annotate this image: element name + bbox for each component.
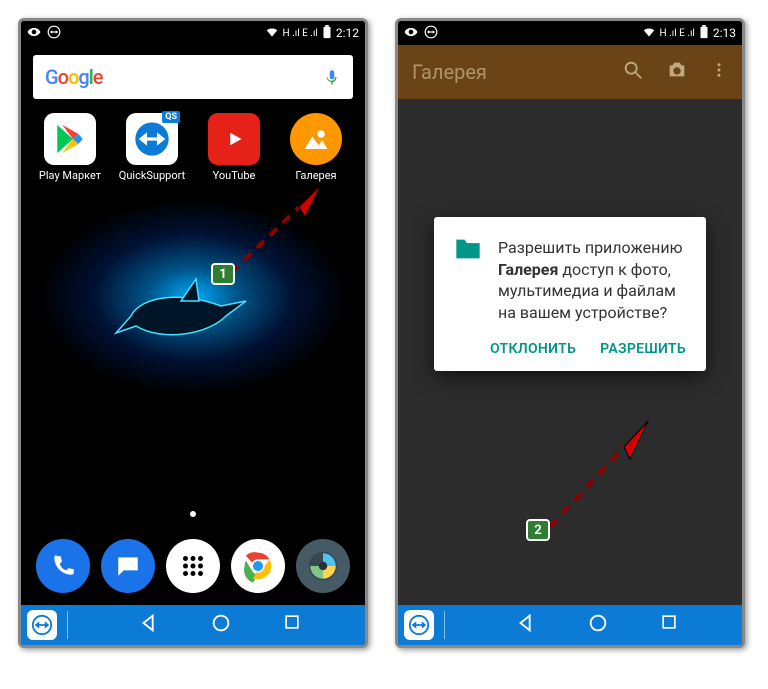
app-gallery[interactable]: Галерея <box>281 113 351 182</box>
dialog-text-pre: Разрешить приложению <box>498 238 683 257</box>
battery-icon <box>322 25 332 42</box>
clock-text: 2:13 <box>713 26 736 40</box>
app-youtube[interactable]: YouTube <box>199 113 269 182</box>
teamviewer-status-icon <box>47 25 61 42</box>
home-button[interactable] <box>210 612 232 638</box>
permission-dialog-text: Разрешить приложению Галерея доступ к фо… <box>498 237 686 323</box>
app-label: YouTube <box>199 169 269 182</box>
messages-app-icon[interactable] <box>101 539 155 593</box>
status-bar: H .ıl E .ıl 2:12 <box>21 21 365 45</box>
back-button[interactable] <box>138 612 160 638</box>
step-number: 2 <box>534 523 541 538</box>
step-badge-2: 2 <box>526 519 550 541</box>
camera-icon[interactable] <box>666 59 688 86</box>
gallery-toolbar: Галерея <box>398 45 742 99</box>
play-store-icon <box>44 113 96 165</box>
wifi-icon <box>265 25 279 42</box>
step-number: 1 <box>219 267 226 282</box>
nav-divider <box>67 611 68 639</box>
signal-text: H .ıl E .ıl <box>283 28 318 39</box>
nav-divider <box>444 611 445 639</box>
step-badge-1: 1 <box>211 263 235 285</box>
phone-home: H .ıl E .ıl 2:12 Google Play Маркет QS <box>18 18 368 648</box>
youtube-icon <box>208 113 260 165</box>
folder-icon <box>454 237 482 261</box>
eye-icon <box>404 25 418 42</box>
quicksupport-icon: QS <box>126 113 178 165</box>
app-quicksupport[interactable]: QS QuickSupport <box>117 113 187 182</box>
app-label: Play Маркет <box>35 169 105 182</box>
back-button[interactable] <box>515 612 537 638</box>
clock-text: 2:12 <box>336 26 359 40</box>
gallery-icon <box>290 113 342 165</box>
signal-text: H .ıl E .ıl <box>660 28 695 39</box>
app-drawer-icon[interactable] <box>166 539 220 593</box>
page-indicator-dot <box>190 511 196 517</box>
google-search-bar[interactable]: Google <box>33 55 353 99</box>
camera-app-icon[interactable] <box>296 539 350 593</box>
phone-app-icon[interactable] <box>36 539 90 593</box>
recents-button[interactable] <box>282 612 302 638</box>
eye-icon <box>27 25 41 42</box>
battery-icon <box>699 25 709 42</box>
wifi-icon <box>642 25 656 42</box>
allow-button[interactable]: РАЗРЕШИТЬ <box>600 341 686 357</box>
home-app-row: Play Маркет QS QuickSupport YouTube Гале… <box>21 113 365 182</box>
app-label: QuickSupport <box>117 169 187 182</box>
teamviewer-nav-icon[interactable] <box>27 610 57 640</box>
favorites-tray <box>21 527 365 605</box>
home-button[interactable] <box>587 612 609 638</box>
overflow-menu-icon[interactable] <box>710 59 728 86</box>
phone-gallery: H .ıl E .ıl 2:13 Галерея Разрешить прило… <box>395 18 745 648</box>
status-bar: H .ıl E .ıl 2:13 <box>398 21 742 45</box>
recents-button[interactable] <box>659 612 679 638</box>
search-icon[interactable] <box>622 59 644 86</box>
permission-dialog: Разрешить приложению Галерея доступ к фо… <box>434 217 706 371</box>
app-play-market[interactable]: Play Маркет <box>35 113 105 182</box>
mic-icon[interactable] <box>323 68 341 86</box>
dialog-text-appname: Галерея <box>498 260 558 279</box>
app-label: Галерея <box>281 169 351 182</box>
teamviewer-status-icon <box>424 25 438 42</box>
nav-bar <box>21 605 365 645</box>
deny-button[interactable]: ОТКЛОНИТЬ <box>490 341 576 357</box>
google-logo: Google <box>45 65 103 89</box>
nav-bar <box>398 605 742 645</box>
teamviewer-nav-icon[interactable] <box>404 610 434 640</box>
chrome-app-icon[interactable] <box>231 539 285 593</box>
gallery-title: Галерея <box>412 60 487 84</box>
